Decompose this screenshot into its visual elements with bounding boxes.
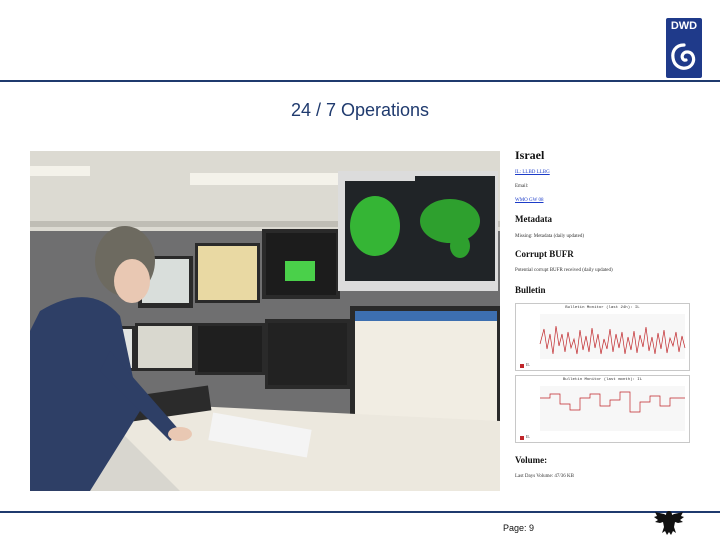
bulletin-chart-month: Bulletin Monitor (last month): IL IL [515,375,690,443]
bulletin-chart-24h: Bulletin Monitor (last 24h): IL IL [515,303,690,371]
corrupt-text: Potential corrupt BUFR received (daily u… [515,268,613,273]
station-code-link[interactable]: IL: LLBD LLBG [515,170,550,175]
corrupt-heading: Corrupt BUFR [515,249,574,259]
header-rule [0,80,720,82]
wmo-link[interactable]: WMO GW 08 [515,198,544,203]
dwd-logo-text: DWD [670,20,698,32]
dwd-swirl-icon [671,43,696,70]
footer-rule [0,511,720,513]
chart2-legend: IL [526,434,530,439]
chart1-legend: IL [526,362,530,367]
volume-heading: Volume: [515,455,548,465]
page-title: 24 / 7 Operations [290,100,430,120]
page-number: Page: 9 [503,523,535,533]
volume-text: Last Days Volume: 47/36 KB [515,474,574,479]
bulletin-heading: Bulletin [515,285,546,295]
dwd-logo-icon: DWD [666,18,702,78]
federal-eagle-icon [654,511,684,535]
operations-room-photo [30,151,500,491]
country-monitor-panel: Israel IL: LLBD LLBG Email: WMO GW 08 Me… [510,143,690,488]
metadata-text: Missing: Metadata (daily updated) [515,234,585,239]
metadata-heading: Metadata [515,214,552,224]
email-label: Email: [515,184,529,189]
slide-header: DWD [0,0,720,84]
panel-heading: Israel [515,148,545,162]
